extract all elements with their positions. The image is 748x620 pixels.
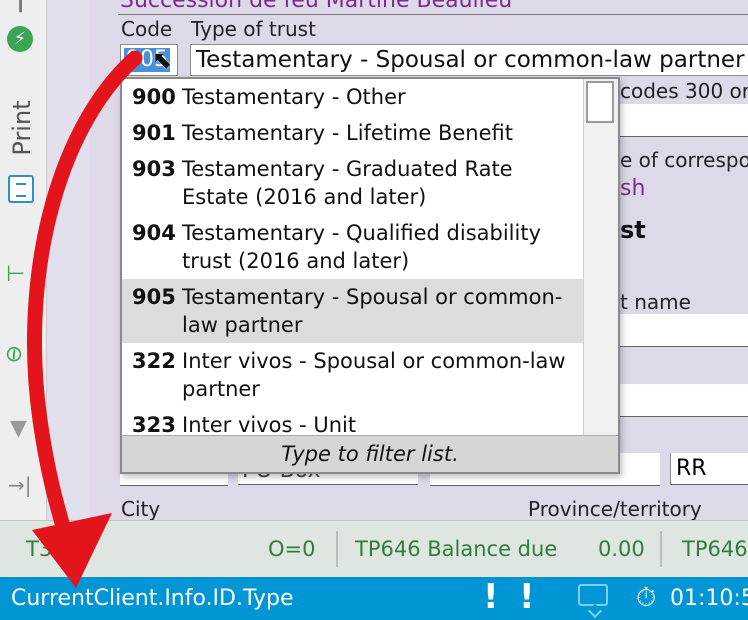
pin-icon[interactable]: ▼ [10,416,27,441]
separator [336,531,338,567]
item-code: 323 [132,413,176,437]
item-label: Testamentary - Spousal or common-law par… [182,285,563,337]
name-field[interactable] [620,314,748,347]
rr-field[interactable]: RR [670,453,748,485]
item-code: 901 [132,121,176,145]
field-box[interactable] [620,104,748,137]
item-label: Testamentary - Other [182,85,406,109]
item-label: Inter vivos - Spousal or common-law part… [182,349,566,401]
balance-value: 0.00 [598,537,645,561]
stopwatch-icon[interactable]: ⏱ [636,583,656,614]
alert-icon[interactable]: ! [483,577,499,617]
dropdown-item[interactable]: 901 Testamentary - Lifetime Benefit [122,115,585,151]
form-margin [47,0,90,520]
left-toolbar: T ⚡ Print ⊢ ⊘ ▼ →| [0,0,46,520]
status-strip: T3 S O=0 TP646 Balance due 0.00 TP646 [0,520,748,578]
timer: 01:10:53 [670,586,748,611]
divider [118,14,748,15]
codes-note-fragment: codes 300 or [620,79,748,103]
item-label: Testamentary - Lifetime Benefit [182,121,513,145]
province-label: Province/territory [528,497,702,521]
tree-icon[interactable]: ⊢ [6,262,25,287]
field-path: CurrentClient.Info.ID.Type [11,586,294,611]
dropdown-item-selected[interactable]: 905 Testamentary - Spousal or common-law… [122,279,585,343]
correspondence-label-fragment: e of correspor [620,148,748,172]
print-icon[interactable] [8,175,34,203]
bottom-bar: CurrentClient.Info.ID.Type ! ! ⏱ 01:10:5… [0,577,748,620]
type-of-trust-label: Type of trust [191,17,316,41]
code-label: Code [121,17,173,41]
collapse-icon[interactable]: →| [8,473,32,497]
dropdown-scrollbar[interactable] [583,79,618,437]
lightning-icon[interactable]: ⚡ [7,26,33,52]
item-label: Inter vivos - Unit [182,413,357,437]
dropdown-item[interactable]: 322 Inter vivos - Spousal or common-law … [122,343,585,407]
dropdown-item[interactable]: 904 Testamentary - Qualified disability … [122,215,585,279]
section-heading-fragment: st [620,216,646,244]
balance-label[interactable]: TP646 Balance due [355,537,557,561]
scrollbar-thumb[interactable] [586,81,614,123]
dropdown-item[interactable]: 903 Testamentary - Graduated Rate Estate… [122,151,585,215]
separator [660,531,662,567]
form-code[interactable]: T3 S [26,537,72,561]
type-of-trust-field[interactable]: Testamentary - Spousal or common-law par… [190,44,748,76]
filter-hint: Type to filter list. [122,435,618,472]
item-code: 322 [132,349,176,373]
dropdown-item[interactable]: 900 Testamentary - Other [122,79,585,115]
name-label-fragment: t name [620,290,691,314]
city-label: City [121,497,161,521]
item-code: 900 [132,85,176,109]
item-code: 904 [132,221,176,245]
item-code: 905 [132,285,176,309]
next-form[interactable]: TP646 [682,537,748,561]
mouse-cursor-icon: ⬉ [152,46,173,74]
alert-icon[interactable]: ! [519,577,535,617]
item-label: Testamentary - Graduated Rate Estate (20… [182,157,513,209]
address-field[interactable] [620,384,748,417]
dropdown-list: 900 Testamentary - Other 901 Testamentar… [122,79,585,437]
print-tab[interactable]: Print [6,100,38,156]
item-label: Testamentary - Qualified disability trus… [182,221,541,273]
item-code: 903 [132,157,176,181]
dropdown-item[interactable]: 323 Inter vivos - Unit [122,407,585,437]
trust-type-dropdown[interactable]: 900 Testamentary - Other 901 Testamentar… [120,77,620,474]
paperclip-icon[interactable]: ⊘ [0,339,29,370]
client-name: Succession de feu Martine Beaulieu [120,0,513,13]
counter-value: O=0 [268,537,316,561]
rail-top-label: T [12,0,30,19]
language-value-fragment: sh [620,176,646,201]
chat-icon[interactable] [578,584,608,606]
